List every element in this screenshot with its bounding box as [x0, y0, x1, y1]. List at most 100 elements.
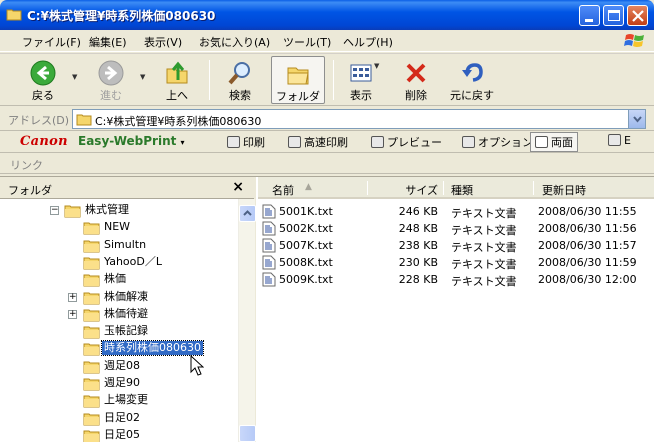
- view-dropdown-icon[interactable]: ▼: [374, 62, 379, 70]
- column-header-modified[interactable]: 更新日時: [534, 177, 654, 199]
- tree-expander[interactable]: −: [50, 206, 59, 215]
- tree-item-label: 週足90: [104, 376, 140, 389]
- menu-tools[interactable]: ツール(T): [283, 34, 331, 50]
- column-header-name[interactable]: 名前 ▲: [258, 177, 368, 199]
- folder-icon: [83, 341, 100, 359]
- canon-toolbar: Canon Easy-WebPrint ▾ 印刷 高速印刷 プレビュー オプショ…: [0, 131, 654, 153]
- window-title: C:¥株式管理¥時系列株価080630: [27, 9, 216, 23]
- forward-button[interactable]: 進む: [88, 56, 134, 104]
- more-button[interactable]: E: [608, 134, 631, 147]
- folder-tree-scrollbar[interactable]: [238, 199, 256, 442]
- tree-item-label: 株価待避: [104, 306, 148, 320]
- folder-icon: [6, 9, 22, 21]
- table-row[interactable]: 5002K.txt 248 KB テキスト文書 2008/06/30 11:56: [258, 220, 654, 237]
- file-type: テキスト文書: [451, 224, 517, 237]
- file-name: 5001K.txt: [279, 205, 333, 218]
- tree-item-label: 株価解凍: [104, 289, 148, 303]
- address-dropdown-button[interactable]: [628, 110, 645, 128]
- preview-button[interactable]: プレビュー: [371, 134, 442, 150]
- search-button[interactable]: 検索: [217, 56, 263, 104]
- column-header-type[interactable]: 種類: [444, 177, 534, 199]
- folder-pane-close-button[interactable]: ×: [232, 179, 244, 195]
- address-bar: アドレス(D) C:¥株式管理¥時系列株価080630: [0, 107, 654, 131]
- windows-logo-icon: [624, 34, 644, 47]
- file-size: 238 KB: [398, 239, 438, 252]
- file-modified: 2008/06/30 11:56: [538, 222, 637, 235]
- maximize-icon: [608, 10, 620, 21]
- up-button[interactable]: 上へ: [154, 56, 200, 104]
- back-dropdown-icon[interactable]: ▼: [72, 73, 77, 81]
- title-bar[interactable]: C:¥株式管理¥時系列株価080630: [0, 0, 654, 30]
- tree-expander[interactable]: +: [68, 292, 77, 302]
- address-input[interactable]: C:¥株式管理¥時系列株価080630: [72, 109, 646, 129]
- delete-button[interactable]: 削除: [396, 56, 436, 104]
- view-grid-icon: [350, 64, 372, 82]
- close-button[interactable]: [627, 5, 648, 26]
- back-arrow-icon: [30, 60, 56, 86]
- fast-print-button[interactable]: 高速印刷: [288, 134, 348, 150]
- table-row[interactable]: 5001K.txt 246 KB テキスト文書 2008/06/30 11:55: [258, 203, 654, 220]
- tree-item-label: Simultn: [104, 237, 147, 251]
- undo-button[interactable]: 元に戻す: [446, 56, 498, 104]
- folder-icon: [83, 255, 100, 273]
- menu-file[interactable]: ファイル(F): [22, 34, 81, 50]
- search-icon: [228, 62, 250, 85]
- file-type: テキスト文書: [451, 241, 517, 254]
- table-row[interactable]: 5007K.txt 238 KB テキスト文書 2008/06/30 11:57: [258, 237, 654, 254]
- minimize-button[interactable]: [579, 5, 600, 26]
- undo-icon: [462, 63, 483, 82]
- file-size: 248 KB: [398, 222, 438, 235]
- tree-expander[interactable]: +: [68, 309, 77, 319]
- table-row[interactable]: 5008K.txt 230 KB テキスト文書 2008/06/30 11:59: [258, 254, 654, 271]
- file-type: テキスト文書: [451, 258, 517, 271]
- mouse-cursor-icon: [190, 355, 204, 376]
- canon-logo: Canon: [20, 134, 68, 149]
- options-button[interactable]: オプション: [462, 134, 533, 150]
- folder-icon: [83, 428, 100, 442]
- folder-pane-title: フォルダ: [8, 184, 52, 197]
- forward-dropdown-icon[interactable]: ▼: [140, 73, 145, 81]
- menu-edit[interactable]: 編集(E): [89, 34, 127, 50]
- checkmark-icon: [535, 136, 548, 148]
- folder-icon: [83, 324, 100, 342]
- menu-help[interactable]: ヘルプ(H): [343, 34, 393, 50]
- folder-icon: [83, 359, 100, 377]
- folder-icon: [64, 203, 81, 221]
- file-modified: 2008/06/30 11:57: [538, 239, 637, 252]
- file-list: 名前 ▲ サイズ 種類 更新日時 5001K.txt 246 KB テキスト文書 20…: [258, 177, 654, 442]
- tree-item-label: 日足05: [104, 427, 140, 441]
- file-name: 5007K.txt: [279, 239, 333, 252]
- folder-icon: [76, 114, 92, 126]
- back-button[interactable]: 戻る: [20, 56, 66, 104]
- file-name: 5008K.txt: [279, 256, 333, 269]
- file-size: 228 KB: [398, 273, 438, 286]
- easy-webprint-menu[interactable]: Easy-WebPrint ▾: [78, 134, 185, 148]
- links-bar: リンク: [0, 153, 654, 174]
- folder-tree: − 株式管理 NEW Simultn YahooD／L 株価 + 株価解凍 + 株価待避 玉帳記録時…: [0, 199, 238, 442]
- standard-toolbar: 戻る ▼ 進む ▼ 上へ 検索 フォルダ 表示 ▼ 削除 元に戻す: [0, 53, 654, 106]
- folder-icon: [83, 411, 100, 429]
- explorer-main: フォルダ × − 株式管理 NEW Simultn YahooD／L 株価 + 株価解凍 + 株価…: [0, 176, 654, 442]
- tree-item-label: 株式管理: [85, 203, 129, 216]
- address-label: アドレス(D): [8, 114, 70, 127]
- scroll-down-button[interactable]: [239, 425, 256, 442]
- folder-pane-header: フォルダ ×: [0, 177, 254, 199]
- scroll-up-button[interactable]: [239, 205, 256, 222]
- folder-icon: [83, 238, 100, 256]
- duplex-button[interactable]: 両面: [530, 132, 578, 152]
- folders-button[interactable]: フォルダ: [271, 56, 325, 104]
- tree-item-label: 上場変更: [104, 393, 148, 407]
- column-header-size[interactable]: サイズ: [368, 177, 444, 199]
- folder-icon: [83, 290, 100, 308]
- print-button[interactable]: 印刷: [227, 134, 265, 150]
- file-size: 246 KB: [398, 205, 438, 218]
- menu-view[interactable]: 表示(V): [144, 34, 182, 50]
- tree-item-label: 日足02: [104, 410, 140, 424]
- folder-icon: [287, 67, 309, 85]
- tree-item-label: YahooD／L: [104, 254, 162, 268]
- maximize-button[interactable]: [603, 5, 624, 26]
- menu-favorites[interactable]: お気に入り(A): [199, 34, 270, 50]
- sort-ascending-icon: ▲: [305, 182, 312, 192]
- text-file-icon: [262, 272, 276, 290]
- table-row[interactable]: 5009K.txt 228 KB テキスト文書 2008/06/30 12:00: [258, 271, 654, 288]
